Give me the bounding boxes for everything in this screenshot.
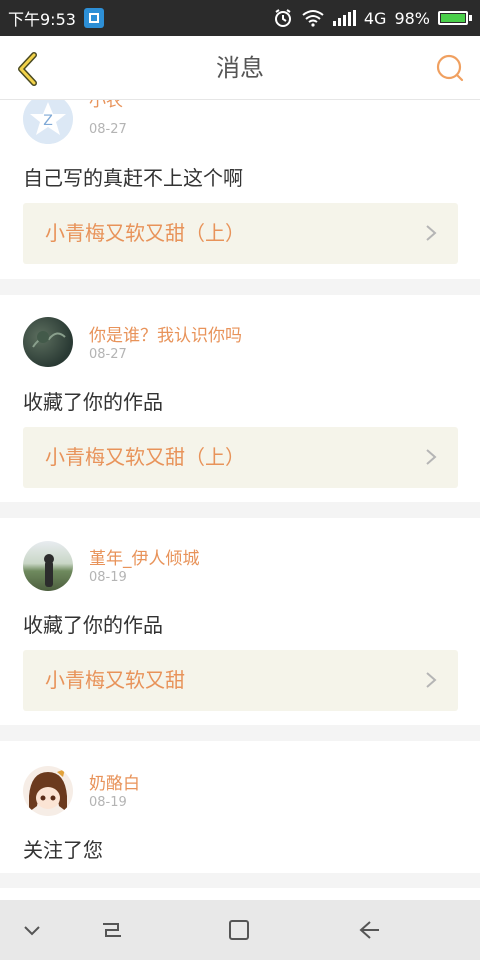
work-title: 小青梅又软又甜 bbox=[45, 668, 185, 692]
user-name[interactable]: 你是谁？我认识你吗 bbox=[89, 321, 242, 346]
home-icon[interactable] bbox=[221, 912, 257, 948]
screenshot-icon bbox=[83, 8, 104, 28]
user-name[interactable]: 奶酪白 bbox=[89, 769, 140, 794]
back-icon[interactable] bbox=[351, 912, 387, 948]
work-link[interactable]: 小青梅又软又甜 bbox=[23, 650, 458, 711]
alarm-icon bbox=[274, 9, 291, 27]
status-bar: 下午9:53 4G 98% bbox=[0, 0, 480, 36]
avatar[interactable] bbox=[23, 541, 73, 591]
app-header: 消息 bbox=[0, 36, 480, 100]
battery-percent: 98% bbox=[394, 8, 430, 28]
chevron-right-icon bbox=[426, 225, 437, 241]
recent-apps-icon[interactable] bbox=[94, 912, 130, 948]
message-text: 关注了您 bbox=[23, 838, 103, 862]
avatar[interactable] bbox=[23, 317, 73, 367]
chevron-right-icon bbox=[426, 449, 437, 465]
user-name[interactable]: 小农 bbox=[89, 100, 123, 111]
page-title: 消息 bbox=[216, 54, 264, 82]
user-name[interactable]: 堇年_伊人倾城 bbox=[89, 544, 200, 569]
message-date: 08-19 bbox=[89, 795, 127, 810]
message-date: 08-27 bbox=[89, 347, 127, 362]
avatar[interactable]: Z bbox=[23, 100, 73, 144]
network-type: 4G bbox=[363, 8, 387, 28]
status-time: 下午9:53 bbox=[8, 10, 76, 29]
avatar-default-icon: Z bbox=[23, 100, 73, 144]
message-card[interactable]: 奶酪白 08-19 关注了您 bbox=[0, 741, 480, 873]
message-text: 自己写的真赶不上这个啊 bbox=[23, 166, 243, 190]
message-date: 08-19 bbox=[89, 570, 127, 585]
message-card[interactable]: Z 小农 08-27 自己写的真赶不上这个啊 小青梅又软又甜（上） bbox=[0, 100, 480, 279]
navigation-bar bbox=[0, 900, 480, 960]
avatar[interactable] bbox=[23, 766, 73, 816]
work-title: 小青梅又软又甜（上） bbox=[45, 221, 245, 245]
message-card[interactable] bbox=[0, 888, 480, 900]
search-icon[interactable] bbox=[436, 54, 464, 82]
svg-text:Z: Z bbox=[43, 113, 53, 129]
message-date: 08-27 bbox=[89, 122, 127, 137]
work-link[interactable]: 小青梅又软又甜（上） bbox=[23, 427, 458, 488]
message-card[interactable]: 堇年_伊人倾城 08-19 收藏了你的作品 小青梅又软又甜 bbox=[0, 518, 480, 725]
message-text: 收藏了你的作品 bbox=[23, 613, 163, 637]
chevron-down-icon[interactable] bbox=[14, 912, 50, 948]
battery-icon bbox=[438, 11, 472, 25]
work-title: 小青梅又软又甜（上） bbox=[45, 445, 245, 469]
signal-icon bbox=[332, 10, 356, 26]
message-list[interactable]: Z 小农 08-27 自己写的真赶不上这个啊 小青梅又软又甜（上） 你是谁？我认… bbox=[0, 100, 480, 900]
message-text: 收藏了你的作品 bbox=[23, 390, 163, 414]
work-link[interactable]: 小青梅又软又甜（上） bbox=[23, 203, 458, 264]
message-card[interactable]: 你是谁？我认识你吗 08-27 收藏了你的作品 小青梅又软又甜（上） bbox=[0, 295, 480, 502]
wifi-icon bbox=[302, 10, 324, 27]
chevron-right-icon bbox=[426, 672, 437, 688]
